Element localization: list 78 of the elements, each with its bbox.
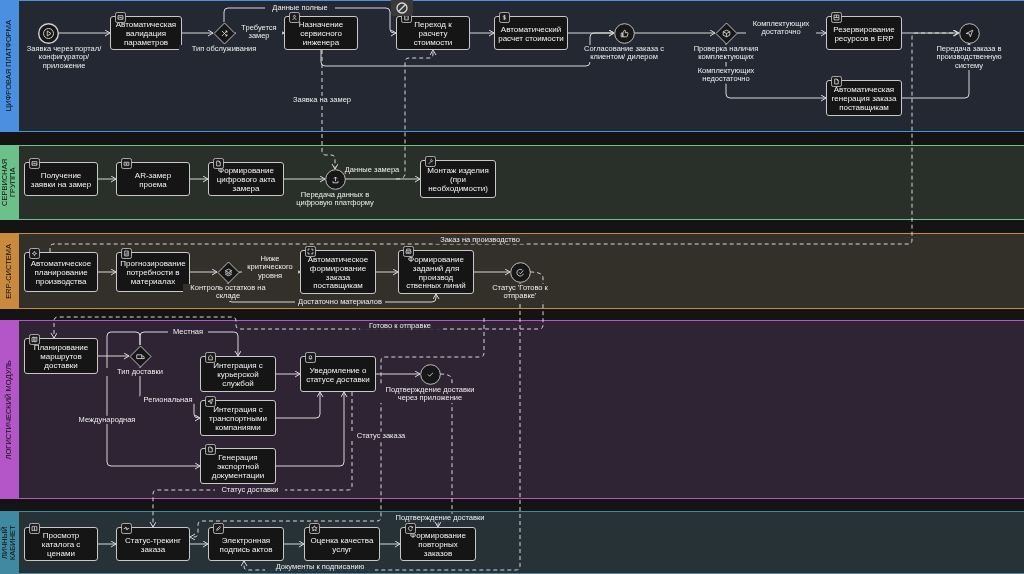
task-label: Резервирование ресурсов в ERP <box>832 25 896 44</box>
task-label: Автоматическое формирование заказа поставщикам <box>306 255 370 292</box>
task-label: Генерация экспортной документации <box>210 454 266 481</box>
task-label: Просмотр каталога с ценами <box>40 532 82 559</box>
event-circle[interactable] <box>324 168 346 190</box>
task-label: Автоматический расчет стоимости <box>498 25 564 44</box>
task-label: Электронная подпись актов <box>218 536 274 555</box>
sequence-flow-arrow <box>283 175 326 183</box>
pen-icon <box>213 523 224 534</box>
wrench-icon <box>425 156 436 167</box>
gateway-diamond[interactable] <box>212 21 236 45</box>
pulse-icon <box>121 523 132 534</box>
document-icon <box>831 76 842 87</box>
dollar-icon <box>499 12 510 23</box>
sequence-flow-arrow <box>473 268 511 276</box>
sequence-flow-arrow <box>97 175 117 183</box>
sequence-flow-arrow <box>189 175 209 183</box>
sequence-flow-arrow <box>375 268 399 276</box>
upload-icon <box>332 176 338 183</box>
book-icon <box>29 523 40 534</box>
task-label: Монтаж изделия (при необходимости) <box>426 167 490 194</box>
task-label: AR-замер проема <box>133 171 173 190</box>
task-label: Назначение сервисного инженера <box>297 21 345 48</box>
sequence-flow-arrow <box>97 268 117 276</box>
ban-button[interactable] <box>391 0 413 16</box>
task-label: Получение заявки на замер <box>29 171 93 190</box>
sequence-flow-arrow <box>57 29 111 37</box>
sequence-flow-arrow <box>379 540 401 548</box>
task-label: Переход к расчету стоимости <box>412 21 454 48</box>
sequence-flow-arrow <box>97 540 117 548</box>
task-card[interactable]: Переход к расчету стоимости <box>396 16 470 50</box>
truck-icon <box>135 353 145 359</box>
home-icon <box>205 352 216 363</box>
crossed-arrows-icon <box>221 30 227 36</box>
event-circle[interactable] <box>509 261 531 283</box>
task-label: Прогнозирование потребности в материалах <box>120 260 186 287</box>
bell-icon <box>305 352 316 363</box>
star-icon <box>309 523 320 534</box>
sequence-flow-arrow <box>283 540 305 548</box>
task-label: Автоматическая генерация заказа поставщикам <box>830 86 898 113</box>
document-icon <box>205 444 216 455</box>
camera-icon <box>121 158 132 169</box>
task-label: Интеграция с транспортными компаниями <box>208 406 268 433</box>
task-label: Уведомление о статусе доставки <box>305 366 371 385</box>
sequence-flow-arrow <box>189 540 209 548</box>
gear-icon <box>29 248 40 259</box>
event-circle[interactable] <box>419 363 441 385</box>
send-icon <box>965 29 973 37</box>
event-circle[interactable] <box>613 22 635 44</box>
ban-icon <box>396 2 408 14</box>
task-label: Формирование повторных заказов <box>409 532 467 559</box>
check-icon <box>427 371 433 377</box>
document-icon <box>213 158 224 169</box>
user-icon <box>289 12 300 23</box>
layers-icon <box>224 268 232 276</box>
task-label: Интеграция с курьерской службой <box>212 362 264 389</box>
expand-icon <box>305 246 316 257</box>
event-circle[interactable] <box>958 22 980 44</box>
play-icon <box>46 30 51 36</box>
table-icon <box>831 12 842 23</box>
send-icon <box>205 396 216 407</box>
sequence-flow-arrow <box>375 370 421 378</box>
sequence-flow-arrow <box>275 370 301 378</box>
sequence-flow-arrow <box>189 268 218 276</box>
sequence-flow-arrow <box>181 29 214 37</box>
task-label: Автоматическое планирование производства <box>29 260 93 287</box>
task-label: Оценка качества услуг <box>309 536 375 555</box>
cube-icon <box>722 29 730 37</box>
task-label: Планирование маршрутов доставки <box>32 344 90 371</box>
task-label: Формирование цифрового акта замера <box>215 167 277 194</box>
sequence-flow-arrow <box>901 29 960 37</box>
task-label: Формирование заданий для производ ственных линий <box>405 255 467 292</box>
refresh-icon <box>405 523 416 534</box>
task-label: Статус-трекинг заказа <box>124 536 182 555</box>
gateway-diamond[interactable] <box>128 344 152 368</box>
gateway-diamond[interactable] <box>216 260 240 284</box>
thumbs-up-icon <box>620 29 628 37</box>
gateway-diamond[interactable] <box>714 21 738 45</box>
